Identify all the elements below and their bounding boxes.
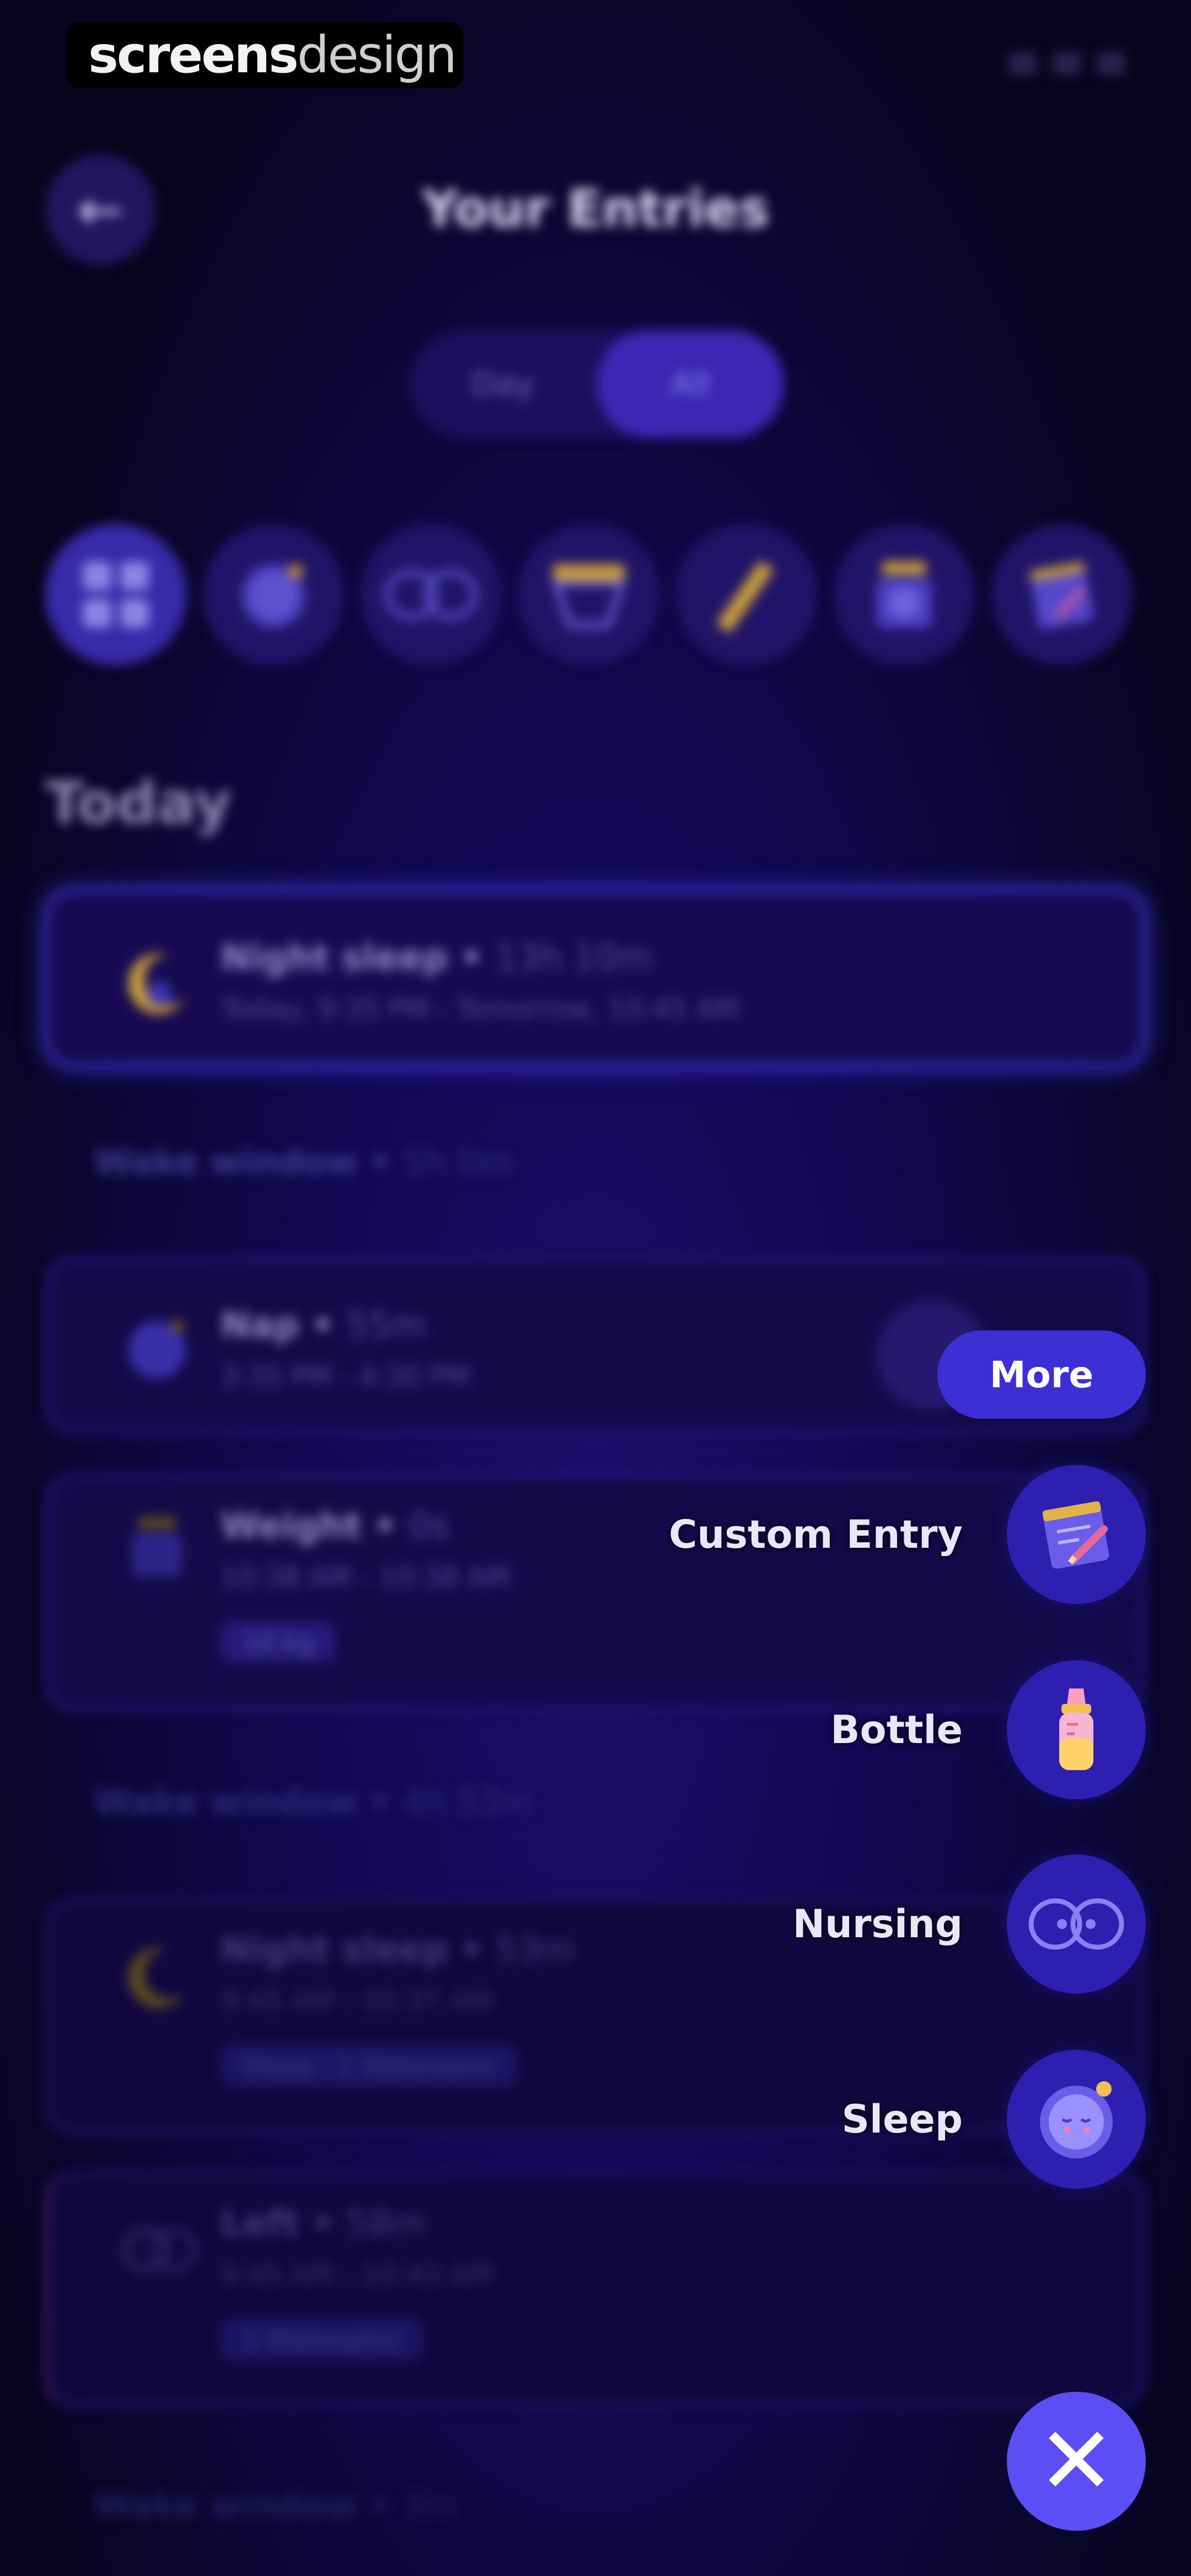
close-fab-button[interactable]: ✕ [1007, 2392, 1146, 2531]
entry-title: Nap [221, 1305, 299, 1346]
background-content: ← Your Entries Day All Today Night sleep… [0, 0, 1191, 2576]
nursing-icon [385, 570, 478, 619]
sleep-button[interactable] [1007, 2050, 1146, 2189]
bottle-icon [1059, 1688, 1093, 1770]
ruler-icon [717, 562, 773, 632]
sleep-icon [1040, 2081, 1113, 2158]
toggle-all[interactable]: All [597, 330, 784, 438]
dial-item-bottle[interactable]: Bottle [830, 1660, 1146, 1799]
wake-window-duration: 5h 0m [403, 1142, 513, 1182]
wake-window-duration: 3m [403, 2485, 458, 2525]
entry-tag: 10 kg [221, 1622, 336, 1663]
close-icon: ✕ [1037, 2407, 1116, 2516]
entry-time: 9:45 AM - 10:37 AM [221, 1985, 492, 2017]
nursing-icon [122, 2228, 197, 2272]
filter-growth[interactable] [676, 524, 817, 665]
entry-time: 9:45 AM - 10:43 AM [221, 2258, 492, 2290]
filter-chips [45, 524, 1133, 665]
dial-label: Bottle [830, 1707, 963, 1752]
entry-time: 3:35 PM - 4:30 PM [221, 1360, 470, 1392]
wake-window-label: Wake window [94, 1782, 358, 1822]
custom-entry-icon [1042, 1501, 1109, 1569]
entry-tag: Sleep · 1 Wakeup(s) [221, 2045, 517, 2086]
notepad-icon [1029, 562, 1093, 629]
battery-icon [1097, 52, 1125, 74]
dial-item-nursing[interactable]: Nursing [792, 1854, 1146, 1994]
app-screen: ← Your Entries Day All Today Night sleep… [0, 0, 1191, 2576]
status-bar-icons [1009, 52, 1125, 74]
filter-weight[interactable] [834, 524, 975, 665]
toggle-day[interactable]: Day [409, 330, 597, 438]
scale-icon [132, 1517, 182, 1576]
filter-sleep[interactable] [203, 524, 344, 665]
grid-icon [83, 562, 149, 628]
dial-label: Sleep [841, 2097, 963, 2142]
more-button[interactable]: More [937, 1330, 1146, 1419]
entry-time: 10:38 AM - 10:38 AM [221, 1561, 510, 1593]
bottle-button[interactable] [1007, 1660, 1146, 1799]
page-title: Your Entries [421, 179, 770, 238]
filter-all[interactable] [45, 524, 186, 665]
wake-window-duration: 4h 53m [403, 1782, 534, 1822]
nursing-button[interactable] [1007, 1854, 1146, 1994]
filter-nursing[interactable] [361, 524, 502, 665]
wifi-icon [1053, 52, 1081, 74]
wake-window-label: Wake window [94, 1142, 358, 1182]
dial-label: Nursing [792, 1901, 963, 1947]
view-toggle: Day All [409, 330, 784, 438]
entry-card-left[interactable]: Left • 58m 9:45 AM - 10:43 AM 1 Wakeup(s… [45, 2171, 1146, 2408]
entry-duration: 53m [495, 1930, 575, 1970]
section-title-today: Today [45, 769, 232, 837]
moon-icon [128, 953, 185, 1014]
entry-duration: 55m [346, 1305, 426, 1346]
nursing-icon [1028, 1898, 1124, 1950]
entry-card-night-sleep[interactable]: Night sleep • 13h 10m Today, 9:35 PM - T… [45, 889, 1146, 1067]
sleep-face-icon [128, 1319, 186, 1378]
entry-title: Night sleep [221, 938, 448, 979]
dial-item-sleep[interactable]: Sleep [842, 2050, 1146, 2189]
filter-custom[interactable] [991, 524, 1133, 665]
entry-duration: 13h 10m [495, 938, 653, 979]
entry-duration: 0s [409, 1506, 450, 1547]
dial-item-custom-entry[interactable]: Custom Entry [669, 1465, 1146, 1604]
watermark-logo: screensdesign [66, 22, 463, 88]
filter-diaper[interactable] [518, 524, 659, 665]
entry-time: Today, 9:35 PM - Tomorrow, 10:45 AM [221, 993, 739, 1025]
custom-entry-button[interactable] [1007, 1465, 1146, 1604]
signal-icon [1009, 52, 1037, 74]
entry-title: Night sleep [221, 1930, 448, 1970]
diaper-icon [552, 564, 626, 628]
sleep-face-icon [242, 564, 305, 628]
moon-icon [128, 1947, 185, 2008]
entry-duration: 58m [346, 2203, 426, 2244]
entry-title: Weight [221, 1506, 362, 1547]
scale-icon [877, 562, 932, 628]
entry-title: Left [221, 2203, 299, 2244]
dial-label: Custom Entry [669, 1512, 963, 1557]
wake-window-label: Wake window [94, 2485, 358, 2525]
entry-tag: 1 Wakeup(s) [221, 2319, 423, 2360]
